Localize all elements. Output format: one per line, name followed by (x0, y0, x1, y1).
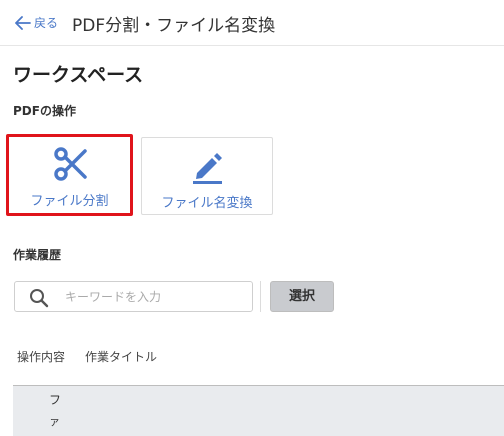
back-link[interactable]: 戻る (15, 14, 58, 31)
workspace-title: ワークスペース (13, 64, 144, 86)
top-bar: 戻る PDF分割・ファイル名変換 (0, 0, 504, 46)
table-cell: ァ (49, 415, 60, 428)
file-rename-card[interactable]: ファイル名変換 (141, 137, 273, 215)
divider (260, 281, 261, 312)
select-button[interactable]: 選択 (270, 281, 334, 312)
page-title: PDF分割・ファイル名変換 (72, 16, 276, 36)
search-box[interactable] (14, 281, 253, 312)
column-header-title: 作業タイトル (85, 350, 158, 364)
search-input[interactable] (65, 287, 245, 307)
scissors-icon (53, 147, 87, 181)
file-rename-label: ファイル名変換 (161, 196, 253, 211)
back-label: 戻る (34, 16, 59, 30)
pdf-operations-label: PDFの操作 (13, 104, 76, 118)
table-body (13, 386, 504, 436)
edit-pencil-icon (193, 153, 222, 184)
history-label: 作業履歴 (13, 248, 62, 262)
file-split-card[interactable]: ファイル分割 (6, 134, 133, 216)
file-split-label: ファイル分割 (30, 194, 109, 209)
table-cell: フ (49, 393, 62, 407)
arrow-left-icon (15, 15, 31, 30)
column-header-operation: 操作内容 (17, 350, 66, 364)
search-icon (30, 289, 49, 308)
